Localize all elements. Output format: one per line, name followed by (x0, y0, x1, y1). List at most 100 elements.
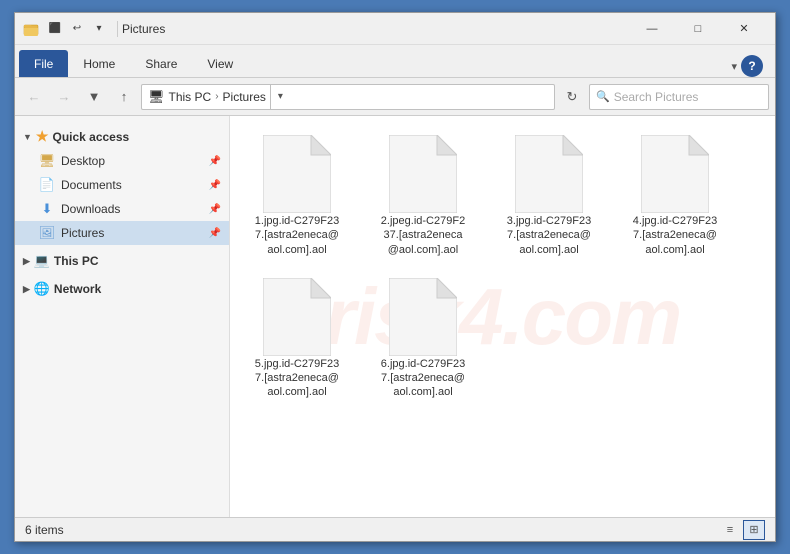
thispc-section: ▶ 💻 This PC (15, 249, 229, 273)
sidebar-item-pictures[interactable]: 🖼 Pictures 📌 (15, 221, 229, 245)
thispc-icon: 💻 (34, 253, 50, 269)
file-name-1: 1.jpg.id-C279F23 7.[astra2eneca@ aol.com… (255, 214, 339, 257)
file-icon-svg (389, 135, 457, 213)
network-icon: 🌐 (34, 281, 50, 297)
breadcrumb-pictures[interactable]: Pictures (223, 90, 266, 104)
thispc-label: This PC (54, 254, 99, 268)
sidebar-item-documents[interactable]: 📄 Documents 📌 (15, 173, 229, 197)
breadcrumb-pc-icon: 🖥 (148, 89, 165, 105)
file-item[interactable]: 1.jpg.id-C279F23 7.[astra2eneca@ aol.com… (242, 128, 352, 263)
qat-undo-button[interactable]: ↩ (67, 19, 87, 39)
address-dropdown-button[interactable]: ▾ (270, 84, 290, 110)
network-header[interactable]: ▶ 🌐 Network (15, 277, 229, 301)
file-icon-svg (389, 278, 457, 356)
file-name-5: 5.jpg.id-C279F23 7.[astra2eneca@ aol.com… (255, 357, 339, 400)
back-button[interactable]: ← (21, 84, 47, 110)
sidebar-item-downloads[interactable]: ⬇ Downloads 📌 (15, 197, 229, 221)
quick-access-section: ▼ ★ Quick access 🖥 Desktop 📌 📄 Documents… (15, 124, 229, 245)
explorer-window: ⬛ ↩ ▾ Pictures — □ ✕ File Home Share Vie… (14, 12, 776, 542)
file-item[interactable]: 3.jpg.id-C279F23 7.[astra2eneca@ aol.com… (494, 128, 604, 263)
list-view-button[interactable]: ≡ (719, 520, 741, 540)
title-bar: ⬛ ↩ ▾ Pictures — □ ✕ (15, 13, 775, 45)
thispc-header[interactable]: ▶ 💻 This PC (15, 249, 229, 273)
status-bar: 6 items ≡ ⊞ (15, 517, 775, 541)
quick-access-arrow: ▼ (23, 132, 32, 142)
ribbon-tab-bar: File Home Share View ▾ ? (15, 45, 775, 77)
sidebar-downloads-label: Downloads (61, 202, 120, 216)
tab-file[interactable]: File (19, 50, 68, 77)
files-grid: 1.jpg.id-C279F23 7.[astra2eneca@ aol.com… (242, 128, 763, 406)
refresh-button[interactable]: ↻ (559, 84, 585, 110)
sidebar-item-desktop[interactable]: 🖥 Desktop 📌 (15, 149, 229, 173)
up-button[interactable]: ↑ (111, 84, 137, 110)
file-icon-container (387, 134, 459, 214)
downloads-pin-icon: 📌 (209, 204, 221, 215)
documents-icon: 📄 (39, 177, 55, 193)
tab-view[interactable]: View (192, 50, 248, 77)
window-title: Pictures (122, 22, 629, 36)
item-count: 6 items (25, 523, 64, 537)
file-name-6: 6.jpg.id-C279F23 7.[astra2eneca@ aol.com… (381, 357, 465, 400)
thispc-arrow: ▶ (23, 256, 30, 267)
tab-home[interactable]: Home (68, 50, 130, 77)
quick-access-label: Quick access (52, 130, 129, 144)
file-item[interactable]: 6.jpg.id-C279F23 7.[astra2eneca@ aol.com… (368, 271, 478, 406)
quick-access-star: ★ (36, 128, 49, 145)
address-field[interactable]: 🖥 This PC › Pictures ▾ (141, 84, 555, 110)
forward-button[interactable]: → (51, 84, 77, 110)
pictures-icon: 🖼 (39, 225, 55, 241)
file-icon-svg (641, 135, 709, 213)
minimize-button[interactable]: — (629, 13, 675, 45)
search-field[interactable]: 🔍 Search Pictures (589, 84, 769, 110)
sidebar-documents-label: Documents (61, 178, 122, 192)
file-icon-container (513, 134, 585, 214)
ribbon-collapse-area: ▾ ? (727, 55, 771, 77)
file-icon-container (261, 277, 333, 357)
quick-access-toolbar: ⬛ ↩ ▾ (45, 19, 109, 39)
ribbon-collapse-button[interactable]: ▾ (727, 60, 741, 73)
file-icon-svg (263, 135, 331, 213)
search-placeholder: Search Pictures (614, 90, 762, 104)
file-icon-svg (515, 135, 583, 213)
file-name-4: 4.jpg.id-C279F23 7.[astra2eneca@ aol.com… (633, 214, 717, 257)
large-icons-view-button[interactable]: ⊞ (743, 520, 765, 540)
network-label: Network (54, 282, 101, 296)
file-item[interactable]: 5.jpg.id-C279F23 7.[astra2eneca@ aol.com… (242, 271, 352, 406)
pictures-pin-icon: 📌 (209, 228, 221, 239)
desktop-pin-icon: 📌 (209, 156, 221, 167)
desktop-icon: 🖥 (39, 153, 55, 169)
file-item[interactable]: 4.jpg.id-C279F23 7.[astra2eneca@ aol.com… (620, 128, 730, 263)
qat-dropdown-button[interactable]: ▾ (89, 19, 109, 39)
breadcrumb-arrow-1: › (215, 91, 218, 102)
recent-locations-button[interactable]: ▼ (81, 84, 107, 110)
quick-access-header[interactable]: ▼ ★ Quick access (15, 124, 229, 149)
file-name-2: 2.jpeg.id-C279F2 37.[astra2eneca @aol.co… (381, 214, 465, 257)
ribbon: File Home Share View ▾ ? (15, 45, 775, 78)
documents-pin-icon: 📌 (209, 180, 221, 191)
sidebar-pictures-label: Pictures (61, 226, 104, 240)
network-arrow: ▶ (23, 284, 30, 295)
breadcrumb: 🖥 This PC › Pictures (148, 89, 266, 105)
titlebar-separator (117, 21, 118, 37)
downloads-icon: ⬇ (39, 201, 55, 217)
breadcrumb-thispc[interactable]: This PC (169, 90, 212, 104)
window-controls: — □ ✕ (629, 13, 767, 45)
ribbon-help-button[interactable]: ? (741, 55, 763, 77)
qat-properties-button[interactable]: ⬛ (45, 19, 65, 39)
tab-share[interactable]: Share (130, 50, 192, 77)
file-icon-container (639, 134, 711, 214)
file-icon-svg (263, 278, 331, 356)
view-controls: ≡ ⊞ (719, 520, 765, 540)
maximize-button[interactable]: □ (675, 13, 721, 45)
content-area: risk4.com 1.jpg.id-C279F23 7.[astra2enec… (230, 116, 775, 517)
main-area: ▼ ★ Quick access 🖥 Desktop 📌 📄 Documents… (15, 116, 775, 517)
file-name-3: 3.jpg.id-C279F23 7.[astra2eneca@ aol.com… (507, 214, 591, 257)
file-icon-container (387, 277, 459, 357)
close-button[interactable]: ✕ (721, 13, 767, 45)
search-icon: 🔍 (596, 90, 610, 103)
sidebar-desktop-label: Desktop (61, 154, 105, 168)
address-bar: ← → ▼ ↑ 🖥 This PC › Pictures ▾ ↻ 🔍 Searc… (15, 78, 775, 116)
window-icon (23, 21, 39, 37)
network-section: ▶ 🌐 Network (15, 277, 229, 301)
file-item[interactable]: 2.jpeg.id-C279F2 37.[astra2eneca @aol.co… (368, 128, 478, 263)
